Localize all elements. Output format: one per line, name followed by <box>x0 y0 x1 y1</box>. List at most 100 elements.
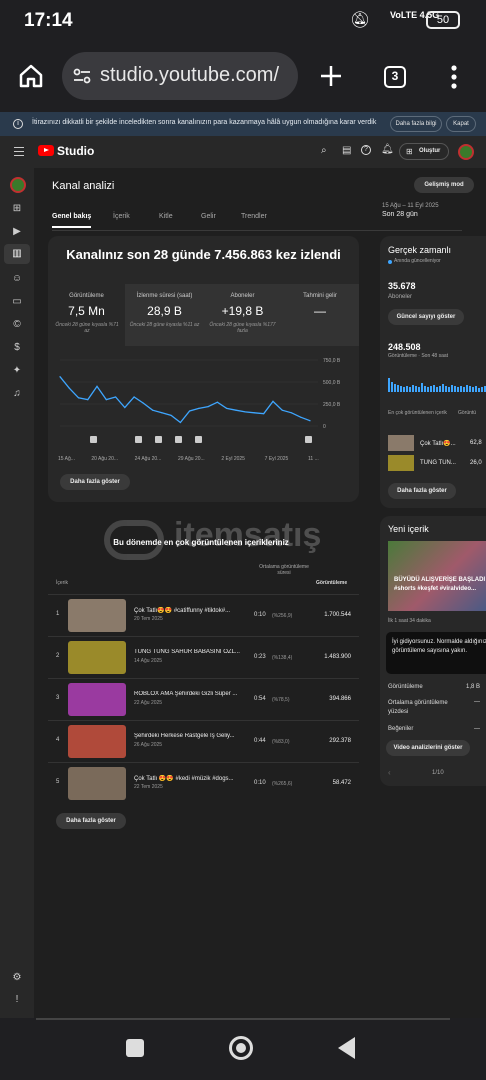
back-icon[interactable] <box>338 1037 355 1059</box>
data-point[interactable] <box>96 385 98 387</box>
tab-trends[interactable]: Trendler <box>241 213 267 220</box>
data-point[interactable] <box>68 387 70 389</box>
data-point[interactable] <box>161 412 163 414</box>
top-content-show-more-button[interactable]: Daha fazla göster <box>56 813 126 829</box>
table-row[interactable]: 4 Şehirdeki Herkese Rastgele İş Geliy...… <box>48 720 359 762</box>
metric-revenue[interactable]: Tahmini gelir — <box>281 284 359 346</box>
data-point[interactable] <box>281 409 283 411</box>
data-point[interactable] <box>216 401 219 403</box>
hamburger-icon[interactable] <box>14 147 24 156</box>
data-point[interactable] <box>207 406 209 408</box>
data-point[interactable] <box>244 411 246 413</box>
metric-watch-time[interactable]: İzlenme süresi (saat) 28,9 B Önceki 28 g… <box>125 284 204 346</box>
data-point[interactable] <box>142 402 144 404</box>
table-row[interactable]: 5 Çok Tatlı 😍😍 #kedi #müzik #dogs... 22 … <box>48 762 359 804</box>
realtime-item[interactable]: Çok Tatlı😍... 62,8 <box>388 435 486 451</box>
overview-show-more-button[interactable]: Daha fazla göster <box>60 474 130 490</box>
content-icon[interactable]: ▶ <box>11 226 23 238</box>
settings-icon[interactable]: ⚙ <box>11 972 23 984</box>
earn-icon[interactable]: $ <box>11 342 23 354</box>
data-point[interactable] <box>253 412 256 414</box>
realtime-item[interactable]: TUNG TUN... 26,0 <box>388 455 486 471</box>
home-nav-icon[interactable] <box>229 1036 253 1060</box>
data-point[interactable] <box>114 396 117 398</box>
new-tab-icon[interactable] <box>319 64 343 88</box>
metric-views[interactable]: Görüntüleme 7,5 Mn Önceki 28 güne kıyasl… <box>48 284 125 346</box>
table-row[interactable]: 1 Çok Tatlı😍😍 #catiffunny #tiktok#... 20… <box>48 594 359 636</box>
views-series-line[interactable] <box>59 376 311 424</box>
data-point[interactable] <box>105 399 107 401</box>
row-title[interactable]: Şehirdeki Herkese Rastgele İş Geliy... <box>134 733 242 739</box>
analytics-icon[interactable]: ▥ <box>4 244 30 264</box>
video-marker-icon[interactable] <box>195 436 202 443</box>
row-thumbnail[interactable] <box>68 599 126 632</box>
data-point[interactable] <box>198 407 200 409</box>
site-settings-icon[interactable] <box>72 66 92 86</box>
tab-audience[interactable]: Kitle <box>159 213 173 220</box>
data-point[interactable] <box>151 409 154 411</box>
row-thumbnail[interactable] <box>68 641 126 674</box>
audio-library-icon[interactable]: ♫ <box>11 388 23 400</box>
youtube-logo-icon[interactable] <box>38 145 54 156</box>
recents-icon[interactable] <box>126 1039 144 1057</box>
data-point[interactable] <box>59 376 61 378</box>
copyright-icon[interactable]: © <box>11 319 23 331</box>
banner-more-button[interactable]: Daha fazla bilgi <box>390 116 442 132</box>
data-point[interactable] <box>77 397 80 399</box>
channel-avatar[interactable] <box>10 177 26 193</box>
data-point[interactable] <box>309 420 311 422</box>
table-row[interactable]: 2 TUNG TUNG SAHUR BABASINI ÖZL... 14 Ağu… <box>48 636 359 678</box>
community-icon[interactable]: ☺ <box>11 273 23 285</box>
data-point[interactable] <box>133 396 135 398</box>
feedback-icon[interactable]: ▤ <box>342 145 351 156</box>
realtime-subs-button[interactable]: Güncel sayıyı göster <box>388 309 464 325</box>
create-button[interactable]: ⊞ Oluştur <box>399 143 449 160</box>
banner-close-button[interactable]: Kapat <box>446 116 476 132</box>
subtitles-icon[interactable]: ▭ <box>11 296 23 308</box>
customization-icon[interactable]: ✦ <box>11 365 23 377</box>
realtime-more-button[interactable]: Daha fazla göster <box>388 483 456 499</box>
data-point[interactable] <box>300 416 302 418</box>
studio-logo-text[interactable]: Studio <box>57 144 94 158</box>
data-point[interactable] <box>179 421 181 424</box>
row-title[interactable]: Çok Tatlı 😍😍 #kedi #müzik #dogs... <box>134 775 242 782</box>
tab-content[interactable]: İçerik <box>113 213 130 220</box>
row-thumbnail[interactable] <box>68 767 126 800</box>
pager-prev-icon[interactable]: ‹ <box>388 768 391 777</box>
period-selector[interactable]: Son 28 gün <box>382 211 418 218</box>
home-icon[interactable] <box>17 62 45 90</box>
row-thumbnail[interactable] <box>68 683 126 716</box>
video-analytics-button[interactable]: Video analizlerini göster <box>386 740 470 756</box>
data-point[interactable] <box>235 409 237 411</box>
dashboard-icon[interactable]: ⊞ <box>11 203 23 215</box>
table-row[interactable]: 3 ROBLOX AMA Şehirdeki Gizli Süper ... 2… <box>48 678 359 720</box>
data-point[interactable] <box>124 406 126 409</box>
data-point[interactable] <box>272 400 274 402</box>
row-title[interactable]: TUNG TUNG SAHUR BABASINI ÖZL... <box>134 649 242 655</box>
data-point[interactable] <box>189 410 191 412</box>
row-title[interactable]: ROBLOX AMA Şehirdeki Gizli Süper ... <box>134 691 242 697</box>
search-icon[interactable]: ⌕ <box>321 145 327 156</box>
latest-video-title[interactable]: BÜYÜDÜ ALIŞVERİŞE BAŞLADI #shorts #keşfe… <box>394 576 486 594</box>
row-title[interactable]: Çok Tatlı😍😍 #catiffunny #tiktok#... <box>134 607 242 614</box>
metric-subscribers[interactable]: Aboneler +19,8 B Önceki 28 güne kıyasla … <box>204 284 281 346</box>
send-feedback-icon[interactable]: ! <box>11 994 23 1006</box>
more-menu-icon[interactable] <box>449 64 459 90</box>
data-point[interactable] <box>290 412 293 414</box>
data-point[interactable] <box>263 413 265 415</box>
notifications-icon[interactable]: 🔔︎ <box>381 144 394 155</box>
url-bar[interactable]: studio.youtube.com/ <box>62 52 298 100</box>
video-marker-icon[interactable] <box>155 436 162 443</box>
video-marker-icon[interactable] <box>305 436 312 443</box>
row-thumbnail[interactable] <box>68 725 126 758</box>
tab-revenue[interactable]: Gelir <box>201 213 216 220</box>
video-marker-icon[interactable] <box>135 436 142 443</box>
video-marker-icon[interactable] <box>90 436 97 443</box>
video-marker-icon[interactable] <box>175 436 182 443</box>
advanced-mode-button[interactable]: Gelişmiş mod <box>414 177 474 193</box>
help-icon[interactable]: ? <box>361 145 371 155</box>
data-point[interactable] <box>170 414 172 417</box>
data-point[interactable] <box>87 399 89 401</box>
avatar[interactable] <box>458 144 474 160</box>
data-point[interactable] <box>226 407 228 409</box>
